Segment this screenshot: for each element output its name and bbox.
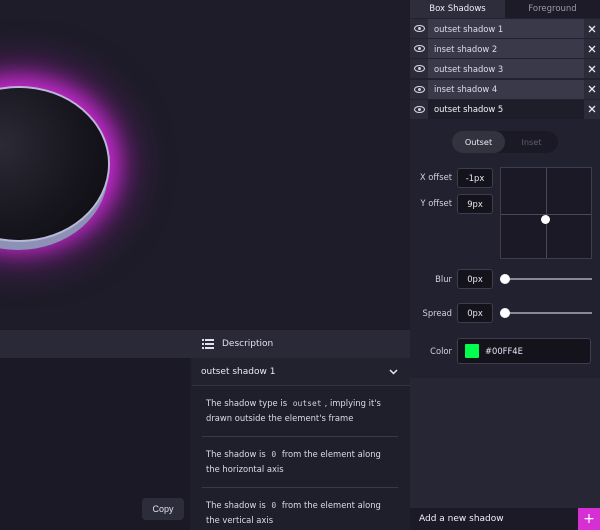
add-shadow-bar[interactable]: Add a new shadow + bbox=[410, 508, 600, 530]
offset-pad[interactable] bbox=[500, 167, 592, 259]
shadow-row-label[interactable]: inset shadow 4 bbox=[428, 79, 584, 99]
shadow-row[interactable]: inset shadow 4 bbox=[410, 79, 600, 99]
panel-spacer bbox=[410, 378, 600, 508]
description-item: The shadow is 0 from the element along t… bbox=[202, 437, 398, 488]
shadow-preview-canvas bbox=[0, 0, 410, 330]
y-offset-input[interactable]: 9px bbox=[457, 194, 493, 214]
tab-box-shadows[interactable]: Box Shadows bbox=[410, 0, 505, 18]
eye-icon[interactable] bbox=[410, 39, 428, 59]
controls-panel: Box Shadows Foreground outset shadow 1 i… bbox=[410, 0, 600, 530]
shadow-row-label[interactable]: outset shadow 1 bbox=[428, 19, 584, 38]
blur-label: Blur bbox=[435, 274, 452, 284]
toggle-outset[interactable]: Outset bbox=[452, 131, 505, 153]
blur-slider-thumb[interactable] bbox=[500, 274, 510, 284]
eye-icon[interactable] bbox=[410, 19, 428, 38]
spread-slider[interactable] bbox=[500, 307, 592, 319]
shadow-type-toggle: Outset Inset bbox=[452, 131, 558, 153]
description-selected-shadow: outset shadow 1 bbox=[201, 366, 276, 377]
code-panel-header bbox=[0, 330, 190, 358]
chevron-down-icon bbox=[389, 368, 398, 375]
blur-slider[interactable] bbox=[500, 273, 592, 285]
shadow-row[interactable]: outset shadow 3 bbox=[410, 59, 600, 79]
blur-input[interactable]: 0px bbox=[457, 269, 493, 289]
eye-icon[interactable] bbox=[410, 79, 428, 99]
toggle-inset[interactable]: Inset bbox=[505, 131, 558, 153]
eye-icon[interactable] bbox=[410, 59, 428, 79]
panel-tabs: Box Shadows Foreground bbox=[410, 0, 600, 18]
shadow-row-label[interactable]: outset shadow 3 bbox=[428, 59, 584, 79]
shadow-row-label[interactable]: outset shadow 5 bbox=[428, 99, 584, 119]
spread-slider-thumb[interactable] bbox=[500, 308, 510, 318]
shadow-row-selected[interactable]: outset shadow 5 bbox=[410, 99, 600, 119]
color-swatch[interactable] bbox=[465, 344, 479, 358]
description-item: The shadow is 0 from the element along t… bbox=[202, 488, 398, 530]
list-icon bbox=[202, 339, 214, 349]
x-offset-label: X offset bbox=[419, 172, 452, 182]
shadow-list: outset shadow 1 inset shadow 2 outset sh… bbox=[410, 19, 600, 119]
shadow-row[interactable]: outset shadow 1 bbox=[410, 19, 600, 38]
description-panel: Description outset shadow 1 The shadow t… bbox=[190, 330, 410, 530]
offset-pad-v-axis bbox=[546, 168, 547, 258]
add-shadow-label: Add a new shadow bbox=[419, 514, 504, 524]
close-icon[interactable] bbox=[584, 19, 600, 38]
eye-icon[interactable] bbox=[410, 99, 428, 119]
close-icon[interactable] bbox=[584, 39, 600, 59]
blur-slider-track bbox=[500, 278, 592, 280]
close-icon[interactable] bbox=[584, 79, 600, 99]
spread-label: Spread bbox=[422, 308, 453, 318]
color-value: #00FF4E bbox=[485, 346, 523, 356]
spread-slider-track bbox=[500, 312, 592, 314]
description-title: Description bbox=[222, 339, 274, 349]
offset-pad-handle[interactable] bbox=[541, 215, 550, 224]
description-header: Description bbox=[190, 330, 410, 358]
close-icon[interactable] bbox=[584, 99, 600, 119]
spread-input[interactable]: 0px bbox=[457, 303, 493, 323]
close-icon[interactable] bbox=[584, 59, 600, 79]
y-offset-label: Y offset bbox=[420, 198, 452, 208]
shadow-row-label[interactable]: inset shadow 2 bbox=[428, 39, 584, 59]
description-shadow-select[interactable]: outset shadow 1 bbox=[192, 358, 410, 386]
copy-button[interactable]: Copy bbox=[142, 498, 184, 520]
description-item: The shadow type is outset, implying it's… bbox=[202, 386, 398, 437]
color-input[interactable]: #00FF4E bbox=[457, 338, 591, 364]
plus-icon[interactable]: + bbox=[578, 508, 600, 530]
shadow-row[interactable]: inset shadow 2 bbox=[410, 39, 600, 59]
tab-foreground[interactable]: Foreground bbox=[505, 0, 600, 18]
x-offset-input[interactable]: -1px bbox=[457, 168, 493, 188]
color-label: Color bbox=[430, 346, 452, 356]
preview-element bbox=[0, 88, 108, 240]
